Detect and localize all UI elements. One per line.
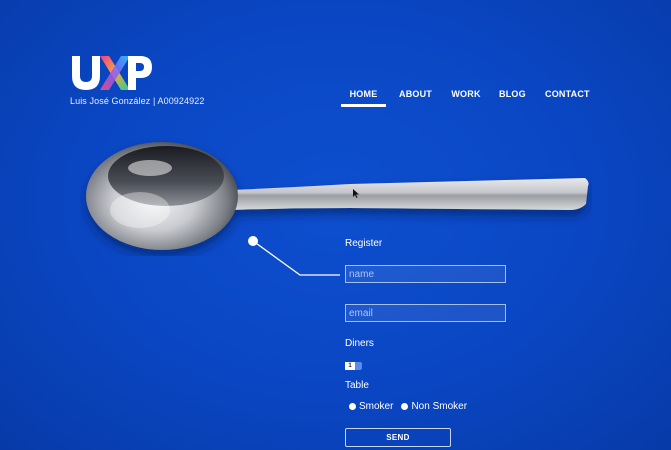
non-smoker-label[interactable]: Non Smoker (411, 401, 467, 412)
uxp-logo[interactable] (70, 52, 160, 92)
spoon-image (80, 138, 592, 256)
send-button[interactable]: SEND (345, 428, 451, 447)
table-radio-group: Smoker Non Smoker (349, 401, 475, 412)
author-caption: Luis José González | A00924922 (70, 96, 205, 106)
diners-stepper[interactable]: 1 (345, 362, 362, 370)
stepper-arrows-icon[interactable] (355, 362, 362, 370)
smoker-label[interactable]: Smoker (359, 401, 393, 412)
nav-home[interactable]: HOME (340, 88, 387, 107)
main-nav: HOME ABOUT WORK BLOG CONTACT (340, 88, 590, 108)
non-smoker-radio[interactable] (401, 403, 409, 410)
nav-work[interactable]: WORK (451, 88, 481, 106)
diners-label: Diners (345, 338, 374, 349)
diners-value[interactable]: 1 (345, 362, 355, 370)
name-field[interactable] (345, 265, 506, 283)
nav-contact[interactable]: CONTACT (545, 88, 590, 106)
email-field[interactable] (345, 304, 506, 322)
nav-about[interactable]: ABOUT (399, 88, 432, 106)
register-title: Register (345, 238, 383, 249)
table-label: Table (345, 380, 369, 391)
mouse-cursor-icon (353, 189, 359, 198)
smoker-radio[interactable] (349, 403, 356, 410)
nav-blog[interactable]: BLOG (499, 88, 526, 106)
